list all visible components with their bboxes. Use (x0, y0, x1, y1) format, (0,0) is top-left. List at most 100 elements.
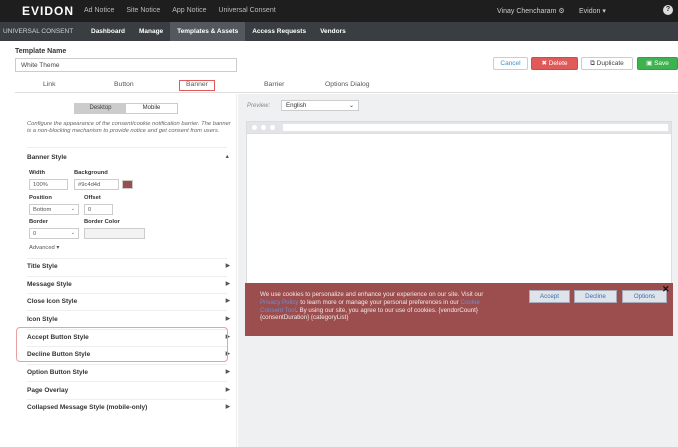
url-bar (283, 124, 668, 131)
section-title-style[interactable]: Title Style ▶ (27, 263, 230, 270)
browser-chrome (247, 122, 671, 133)
section-option-button-style[interactable]: Option Button Style ▶ (27, 369, 230, 376)
help-icon[interactable]: ? (663, 5, 673, 15)
section-label: Title Style (27, 263, 58, 270)
chevron-right-icon: ▶ (225, 263, 230, 269)
background-input[interactable]: #9c4d4d (74, 179, 119, 190)
cancel-button[interactable]: Cancel (493, 57, 528, 70)
position-select[interactable]: Bottom ⌄ (29, 204, 79, 215)
section-label: Message Style (27, 281, 72, 288)
sub-nav: Dashboard Manage Templates & Assets Acce… (84, 22, 353, 41)
width-label: Width (29, 170, 46, 176)
evidon-logo[interactable]: EVIDON (22, 4, 74, 18)
template-name-label: Template Name (15, 48, 67, 55)
position-value: Bottom (33, 207, 52, 213)
subnav-dashboard[interactable]: Dashboard (84, 22, 132, 41)
section-label: Page Overlay (27, 387, 69, 394)
section-label: Close Icon Style (27, 298, 78, 305)
offset-label: Offset (84, 195, 101, 201)
section-close-icon-style[interactable]: Close Icon Style ▶ (27, 298, 230, 305)
accept-button[interactable]: Accept (529, 290, 570, 303)
nav-site-notice[interactable]: Site Notice (126, 7, 160, 14)
tab-button[interactable]: Button (114, 81, 134, 88)
user-menu[interactable]: Vinay Chencharam ⚙ (497, 7, 565, 15)
section-label: Icon Style (27, 316, 58, 323)
divider (27, 293, 227, 294)
width-input[interactable]: 100% (29, 179, 68, 190)
device-toggle: Desktop Mobile (74, 103, 178, 114)
window-dot-icon (261, 125, 266, 130)
toggle-desktop[interactable]: Desktop (75, 104, 126, 113)
banner-text: We use cookies to personalize and enhanc… (260, 291, 484, 298)
position-label: Position (29, 195, 52, 201)
chevron-right-icon: ▶ (225, 298, 230, 304)
section-label: Option Button Style (27, 369, 89, 376)
window-dot-icon (270, 125, 275, 130)
border-select[interactable]: 0 ⌄ (29, 228, 79, 239)
privacy-policy-link[interactable]: Privacy Policy (260, 299, 299, 306)
subnav-vendors[interactable]: Vendors (313, 22, 353, 41)
chevron-down-icon: ⌄ (70, 206, 75, 212)
nav-universal-consent[interactable]: Universal Consent (218, 7, 275, 14)
divider (27, 399, 227, 400)
section-label: Collapsed Message Style (mobile-only) (27, 404, 148, 411)
duplicate-button[interactable]: ⧉ Duplicate (581, 57, 633, 70)
chevron-up-icon: ▲ (224, 154, 230, 160)
section-banner-style[interactable]: Banner Style ▲ (27, 154, 230, 161)
divider (247, 133, 671, 134)
nav-ad-notice[interactable]: Ad Notice (84, 7, 114, 14)
template-name-input[interactable] (15, 58, 237, 72)
decline-button[interactable]: Decline (574, 290, 617, 303)
editor-tabs: Link Button Banner Barrier Options Dialo… (15, 79, 678, 93)
language-select[interactable]: English ⌄ (281, 100, 359, 111)
banner-text: to learn more or manage your personal pr… (298, 298, 461, 306)
section-collapsed-message-style[interactable]: Collapsed Message Style (mobile-only) ▶ (27, 404, 230, 411)
tab-link[interactable]: Link (43, 81, 55, 88)
offset-input[interactable]: 0 (84, 204, 113, 215)
section-icon-style[interactable]: Icon Style ▶ (27, 316, 230, 323)
advanced-toggle[interactable]: Advanced ▾ (29, 245, 59, 251)
chevron-right-icon: ▶ (225, 281, 230, 287)
save-icon: ▣ (646, 60, 655, 67)
toggle-mobile[interactable]: Mobile (126, 104, 177, 113)
options-button[interactable]: Options (622, 290, 667, 303)
nav-app-notice[interactable]: App Notice (172, 7, 206, 14)
section-page-overlay[interactable]: Page Overlay ▶ (27, 387, 230, 394)
settings-panel: Desktop Mobile Configure the appearance … (15, 94, 237, 447)
save-label: Save (654, 60, 669, 67)
banner-description: Configure the appearance of the consent/… (27, 121, 231, 134)
window-dot-icon (252, 125, 257, 130)
save-button[interactable]: ▣ Save (637, 57, 678, 70)
top-bar: EVIDON Ad Notice Site Notice App Notice … (0, 0, 678, 22)
subnav-manage[interactable]: Manage (132, 22, 170, 41)
divider (27, 147, 227, 148)
button-styles-highlight (16, 327, 228, 362)
divider (27, 310, 227, 311)
border-color-label: Border Color (84, 219, 120, 225)
tab-barrier[interactable]: Barrier (264, 81, 284, 88)
preview-label: Preview: (247, 103, 271, 109)
section-title: Banner Style (27, 154, 67, 161)
sub-nav-bar: UNIVERSAL CONSENT Dashboard Manage Templ… (0, 22, 678, 41)
background-color-swatch[interactable] (122, 180, 133, 189)
chevron-down-icon: ⌄ (348, 103, 354, 109)
border-label: Border (29, 219, 49, 225)
chevron-down-icon: ⌄ (70, 230, 75, 236)
tab-options-dialog[interactable]: Options Dialog (325, 81, 370, 88)
delete-button[interactable]: ✖ Delete (531, 57, 578, 70)
border-value: 0 (33, 231, 37, 237)
company-menu[interactable]: Evidon ▾ (579, 7, 606, 15)
consent-banner-preview: We use cookies to personalize and enhanc… (245, 283, 673, 336)
border-color-input[interactable] (84, 228, 145, 239)
language-value: English (286, 102, 307, 109)
subnav-access-requests[interactable]: Access Requests (245, 22, 313, 41)
divider (27, 381, 227, 382)
close-icon[interactable]: ✕ (662, 284, 670, 295)
tab-banner[interactable]: Banner (179, 80, 215, 91)
chevron-right-icon: ▶ (225, 404, 230, 410)
section-message-style[interactable]: Message Style ▶ (27, 281, 230, 288)
background-label: Background (74, 170, 108, 176)
divider (27, 276, 227, 277)
subnav-templates-assets[interactable]: Templates & Assets (170, 22, 246, 41)
banner-message: We use cookies to personalize and enhanc… (260, 291, 500, 322)
